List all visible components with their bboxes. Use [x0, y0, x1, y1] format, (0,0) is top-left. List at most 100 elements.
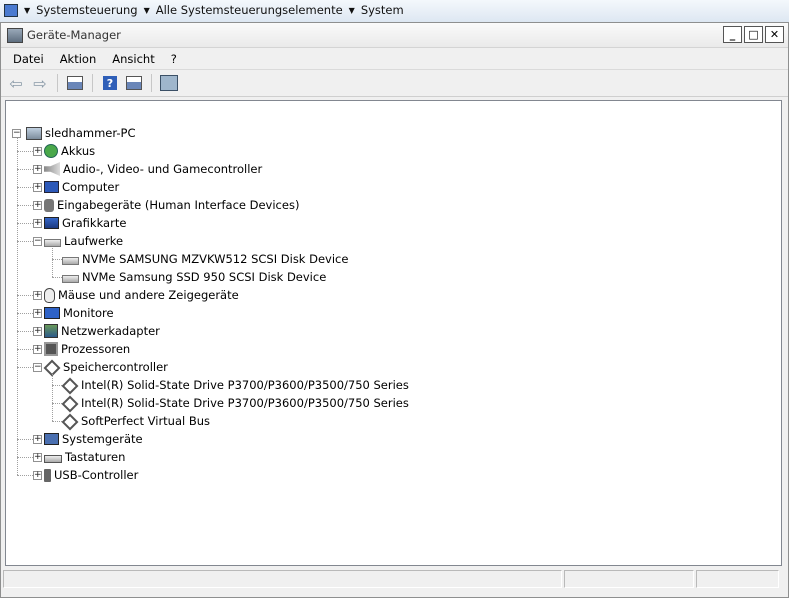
tree-category[interactable]: Prozessoren [44, 340, 130, 358]
tree-category[interactable]: Speichercontroller [44, 358, 168, 376]
expand-toggle[interactable]: + [33, 183, 42, 192]
help-icon: ? [103, 76, 117, 90]
device-manager-window: Geräte-Manager _ □ ✕ Datei Aktion Ansich… [0, 22, 789, 598]
expand-toggle[interactable]: + [33, 327, 42, 336]
close-button[interactable]: ✕ [765, 26, 784, 43]
tree-connector [17, 295, 33, 296]
hid-icon [44, 198, 54, 212]
tree-category[interactable]: Audio-, Video- und Gamecontroller [44, 160, 262, 178]
tree-connector [17, 331, 33, 332]
control-panel-icon [4, 3, 18, 17]
help-button[interactable]: ? [99, 73, 121, 93]
computer-icon [44, 181, 59, 193]
properties-button[interactable] [123, 73, 145, 93]
tree-category[interactable]: Netzwerkadapter [44, 322, 160, 340]
collapse-root-toggle[interactable]: − [12, 129, 21, 138]
tree-connector [17, 313, 33, 314]
tree-connector [52, 277, 62, 278]
tree-connector [52, 248, 53, 277]
chevron-down-icon[interactable]: ▼ [144, 6, 150, 15]
device-tree[interactable]: − sledhammer-PC + Akkus + Audio-, Video- un… [5, 100, 782, 566]
minimize-button[interactable]: _ [723, 26, 742, 43]
tree-device[interactable]: NVMe Samsung SSD 950 SCSI Disk Device [62, 268, 326, 286]
menu-datei[interactable]: Datei [5, 52, 52, 66]
tree-connector [17, 151, 33, 152]
tree-connector [17, 241, 33, 242]
tree-connector [17, 349, 33, 350]
monitor-icon [44, 307, 60, 319]
expand-toggle[interactable]: + [33, 471, 42, 480]
tree-category[interactable]: Akkus [44, 142, 95, 160]
storage-controller-icon [62, 378, 78, 392]
tree-category-label: Audio-, Video- und Gamecontroller [63, 162, 263, 176]
breadcrumb-item[interactable]: System [361, 3, 404, 17]
collapse-toggle[interactable]: − [33, 363, 42, 372]
expand-toggle[interactable]: + [33, 291, 42, 300]
forward-button[interactable]: ⇨ [29, 73, 51, 93]
tree-connector [17, 475, 33, 476]
tree-root-label: sledhammer-PC [45, 126, 136, 140]
tree-category-label: Netzwerkadapter [61, 324, 160, 338]
tree-category-label: Eingabegeräte (Human Interface Devices) [57, 198, 300, 212]
tree-device[interactable]: SoftPerfect Virtual Bus [62, 412, 210, 430]
scan-hardware-button[interactable] [158, 73, 180, 93]
expand-toggle[interactable]: + [33, 345, 42, 354]
tree-category-label: Laufwerke [64, 234, 124, 248]
maximize-button[interactable]: □ [744, 26, 763, 43]
tree-connector [17, 169, 33, 170]
expand-toggle[interactable]: + [33, 147, 42, 156]
battery-icon [44, 144, 58, 158]
tree-category-label: Systemgeräte [62, 432, 143, 446]
arrow-right-icon: ⇨ [33, 73, 47, 93]
chevron-down-icon[interactable]: ▼ [24, 6, 30, 15]
tree-device[interactable]: Intel(R) Solid-State Drive P3700/P3600/P… [62, 394, 409, 412]
tree-category[interactable]: Computer [44, 178, 119, 196]
tree-connector [17, 138, 18, 475]
processor-icon [44, 342, 58, 356]
tree-category[interactable]: Monitore [44, 304, 114, 322]
tree-category[interactable]: Systemgeräte [44, 430, 143, 448]
title-bar[interactable]: Geräte-Manager _ □ ✕ [1, 23, 788, 48]
tree-category-label: Monitore [63, 306, 114, 320]
menu-aktion[interactable]: Aktion [52, 52, 105, 66]
tree-connector [17, 457, 33, 458]
tree-device-label: Intel(R) Solid-State Drive P3700/P3600/P… [81, 378, 409, 392]
expand-toggle[interactable]: + [33, 219, 42, 228]
status-cell-2 [564, 570, 694, 588]
tree-category-label: Grafikkarte [62, 216, 127, 230]
back-button[interactable]: ⇦ [5, 73, 27, 93]
tree-connector [52, 259, 62, 260]
tree-category-label: Mäuse und andere Zeigegeräte [58, 288, 239, 302]
breadcrumb-item[interactable]: Systemsteuerung [36, 3, 137, 17]
tree-root[interactable]: sledhammer-PC [26, 124, 135, 142]
expand-toggle[interactable]: + [33, 165, 42, 174]
tree-category[interactable]: Tastaturen [44, 448, 125, 466]
menu-help[interactable]: ? [163, 52, 185, 66]
chevron-down-icon[interactable]: ▼ [349, 6, 355, 15]
audio-icon [44, 162, 60, 176]
tree-category-label: Speichercontroller [63, 360, 168, 374]
drive-icon [44, 239, 61, 247]
breadcrumb-item[interactable]: Alle Systemsteuerungselemente [156, 3, 343, 17]
tree-device-label: SoftPerfect Virtual Bus [81, 414, 211, 428]
tree-category-label: Computer [62, 180, 120, 194]
tree-device[interactable]: Intel(R) Solid-State Drive P3700/P3600/P… [62, 376, 409, 394]
collapse-toggle[interactable]: − [33, 237, 42, 246]
tree-category[interactable]: Mäuse und andere Zeigegeräte [44, 286, 239, 304]
device-manager-icon [7, 28, 23, 43]
tree-category[interactable]: Eingabegeräte (Human Interface Devices) [44, 196, 299, 214]
menu-ansicht[interactable]: Ansicht [104, 52, 162, 66]
tree-category[interactable]: Laufwerke [44, 232, 123, 250]
expand-toggle[interactable]: + [33, 453, 42, 462]
tree-category[interactable]: USB-Controller [44, 466, 138, 484]
tree-device-label: NVMe Samsung SSD 950 SCSI Disk Device [82, 270, 327, 284]
toolbar: ⇦ ⇨ ? [1, 70, 788, 97]
status-cell-3 [696, 570, 779, 588]
expand-toggle[interactable]: + [33, 201, 42, 210]
show-hide-console-tree-button[interactable] [64, 73, 86, 93]
properties-icon [126, 76, 142, 90]
expand-toggle[interactable]: + [33, 309, 42, 318]
expand-toggle[interactable]: + [33, 435, 42, 444]
tree-category[interactable]: Grafikkarte [44, 214, 126, 232]
tree-device[interactable]: NVMe SAMSUNG MZVKW512 SCSI Disk Device [62, 250, 348, 268]
